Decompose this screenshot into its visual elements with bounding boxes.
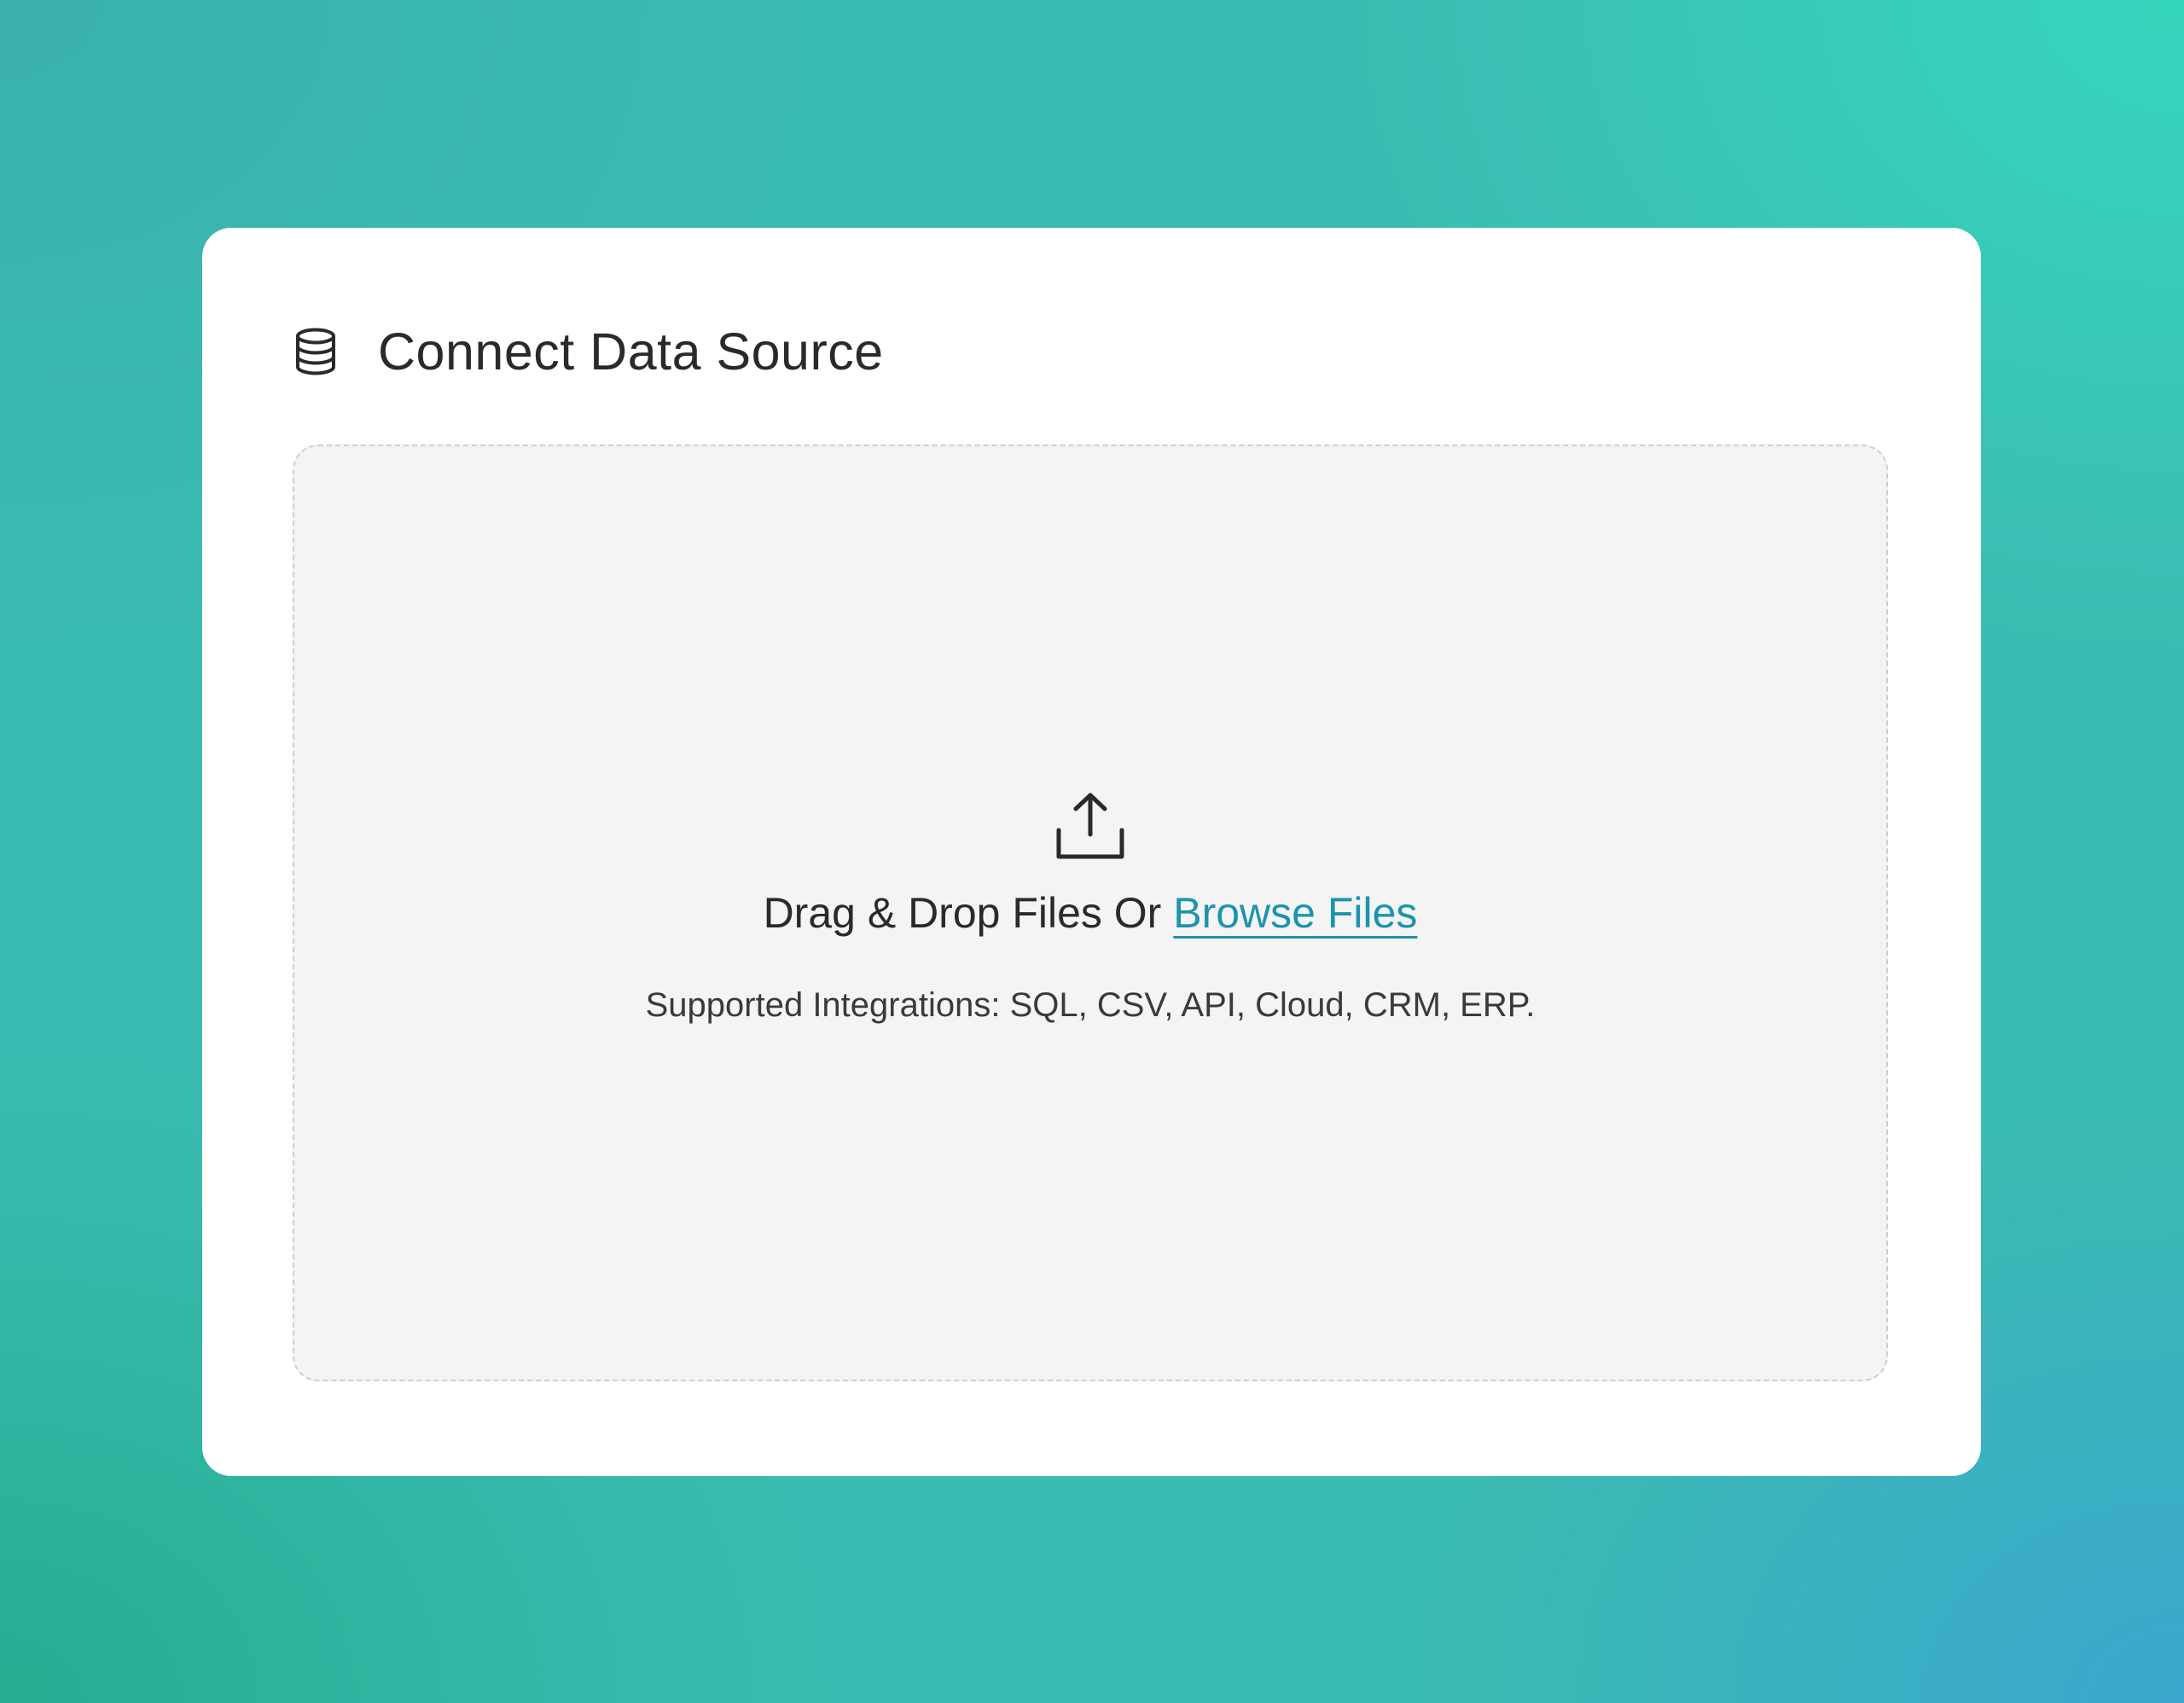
upload-icon (1052, 788, 1129, 864)
drop-prompt: Drag & Drop Files Or Browse Files (294, 888, 1886, 938)
browse-files-link[interactable]: Browse Files (1173, 889, 1417, 937)
card-title: Connect Data Source (378, 323, 884, 381)
supported-integrations-text: Supported Integrations: SQL, CSV, API, C… (645, 986, 1536, 1024)
drop-prompt-text: Drag & Drop Files Or (763, 889, 1174, 937)
file-dropzone[interactable]: Drag & Drop Files Or Browse Files Suppor… (293, 445, 1888, 1381)
connect-data-source-card: Connect Data Source Drag & Drop Files Or… (202, 228, 1981, 1476)
card-header: Connect Data Source (294, 317, 884, 386)
database-icon (294, 328, 337, 375)
